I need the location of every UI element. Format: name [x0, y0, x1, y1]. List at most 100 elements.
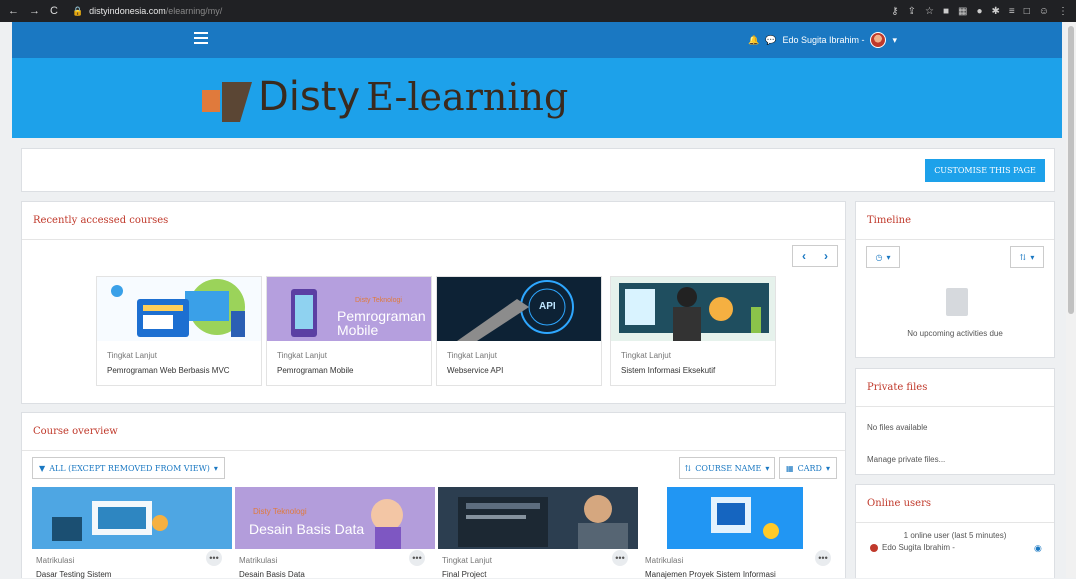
course-overview-block: Course overview ▼ ALL (EXCEPT REMOVED FR…: [21, 412, 846, 579]
course-category: Matrikulasi: [239, 556, 278, 565]
bell-icon[interactable]: 🔔: [748, 35, 759, 46]
customise-page-button[interactable]: CUSTOMISE THIS PAGE: [925, 159, 1045, 182]
back-icon[interactable]: ←: [8, 5, 19, 17]
avatar[interactable]: [870, 32, 887, 48]
online-user-row: Edo Sugita Ibrahim -: [870, 543, 955, 552]
online-users-block: Online users 1 online user (last 5 minut…: [855, 484, 1055, 578]
block-title: Timeline: [856, 202, 1054, 240]
timeline-empty-text: No upcoming activities due: [907, 329, 1003, 338]
page-scrollbar[interactable]: [1066, 22, 1076, 578]
reload-icon[interactable]: C: [50, 5, 58, 17]
star-icon[interactable]: ☆: [925, 6, 934, 17]
chat-icon[interactable]: 💬: [765, 35, 776, 46]
logo-mark-icon: [202, 68, 256, 126]
course-image: API: [437, 277, 601, 341]
chevron-left-icon[interactable]: ‹: [793, 246, 815, 266]
course-image: Disty Teknologi Desain Basis Data: [235, 487, 435, 549]
course-image: [32, 487, 232, 549]
course-card[interactable]: Matrikulasi Manajemen Proyek Sistem Info…: [641, 487, 841, 579]
view-dropdown[interactable]: ▦ CARD ▾: [779, 457, 837, 479]
address-bar[interactable]: 🔒 distyindonesia.com/elearning/my/: [71, 3, 872, 19]
timeline-sort-dropdown[interactable]: ⇅ ▾: [1010, 246, 1044, 268]
more-options-icon[interactable]: •••: [612, 550, 628, 566]
extension-icon[interactable]: ■: [943, 6, 949, 17]
manage-files-link[interactable]: Manage private files...: [867, 455, 945, 464]
recent-courses-block: Recently accessed courses ‹ › Tingkat La…: [21, 201, 846, 404]
course-category: Matrikulasi: [36, 556, 75, 565]
share-icon[interactable]: ⇪: [908, 6, 916, 17]
extension-icon[interactable]: ▦: [958, 6, 967, 17]
user-avatar-icon: [870, 543, 878, 552]
caret-down-icon: ▾: [825, 463, 830, 473]
sort-dropdown[interactable]: ⇅ COURSE NAME ▾: [679, 457, 775, 479]
course-image: Disty Teknologi Pemrograman Mobile: [267, 277, 431, 341]
page-header-card: CUSTOMISE THIS PAGE: [21, 148, 1055, 192]
caret-down-icon[interactable]: ▾: [892, 35, 897, 46]
timeline-filter-dropdown[interactable]: ◷ ▾: [866, 246, 900, 268]
course-card[interactable]: Tingkat Lanjut Final Project •••: [438, 487, 638, 579]
course-card[interactable]: Tingkat Lanjut Pemrograman Web Berbasis …: [96, 276, 262, 386]
profile-icon[interactable]: ☺: [1039, 6, 1049, 17]
block-title: Private files: [856, 369, 1054, 407]
private-files-block: Private files No files available Manage …: [855, 368, 1055, 475]
more-options-icon[interactable]: •••: [206, 550, 222, 566]
more-options-icon[interactable]: •••: [815, 550, 831, 566]
caret-down-icon: ▾: [765, 463, 770, 473]
course-image: [438, 487, 638, 549]
url-path: /elearning/my/: [165, 6, 223, 16]
block-title: Recently accessed courses: [22, 202, 845, 240]
caret-down-icon: ▾: [886, 252, 891, 262]
course-category: Matrikulasi: [645, 556, 684, 565]
url-host: distyindonesia.com: [89, 6, 166, 16]
user-name[interactable]: Edo Sugita Ibrahim -: [782, 35, 864, 45]
logo-word-elearning: E-learning: [366, 75, 569, 119]
sort-icon: ⇅: [1019, 252, 1027, 262]
course-card[interactable]: Disty Teknologi Desain Basis Data Matrik…: [235, 487, 435, 579]
site-banner: Disty E-learning: [12, 58, 1062, 138]
image-brand: Disty Teknologi: [253, 507, 307, 516]
course-card[interactable]: Tingkat Lanjut Sistem Informasi Eksekuti…: [610, 276, 776, 386]
key-icon[interactable]: ⚷: [891, 6, 898, 17]
sort-label: COURSE NAME: [695, 463, 762, 473]
logo-word-disty: Disty: [258, 74, 361, 120]
filter-dropdown[interactable]: ▼ ALL (EXCEPT REMOVED FROM VIEW) ▾: [32, 457, 225, 479]
course-category: Tingkat Lanjut: [447, 351, 497, 360]
course-name[interactable]: Pemrograman Mobile: [277, 366, 353, 375]
recent-pager: ‹ ›: [792, 245, 838, 267]
course-category: Tingkat Lanjut: [621, 351, 671, 360]
window-icon[interactable]: □: [1024, 6, 1030, 17]
online-user-name[interactable]: Edo Sugita Ibrahim -: [882, 543, 955, 552]
chevron-right-icon[interactable]: ›: [815, 246, 837, 266]
image-caption: Pemrograman Mobile: [337, 308, 426, 338]
course-image: [97, 277, 261, 341]
sort-icon: ⇅: [684, 463, 692, 473]
eye-icon[interactable]: ◉: [1034, 543, 1042, 554]
course-name[interactable]: Webservice API: [447, 366, 503, 375]
course-image: [641, 487, 841, 549]
menu-icon[interactable]: ⋮: [1058, 6, 1068, 17]
forward-icon[interactable]: →: [29, 5, 40, 17]
course-category: Tingkat Lanjut: [107, 351, 157, 360]
hamburger-icon[interactable]: [194, 32, 208, 44]
filter-label: ALL (EXCEPT REMOVED FROM VIEW): [49, 463, 210, 473]
top-navbar: 🔔 💬 Edo Sugita Ibrahim - ▾: [12, 22, 1062, 58]
course-card[interactable]: API Tingkat Lanjut Webservice API: [436, 276, 602, 386]
course-card[interactable]: Disty Teknologi Pemrograman Mobile Tingk…: [266, 276, 432, 386]
puzzle-icon[interactable]: ✱: [992, 6, 1000, 17]
course-card[interactable]: Matrikulasi Dasar Testing Sistem •••: [32, 487, 232, 579]
empty-list-icon: [946, 288, 968, 316]
grid-icon: ▦: [786, 463, 794, 473]
filter-icon: ▼: [39, 463, 46, 473]
playlist-icon[interactable]: ≡: [1009, 6, 1015, 17]
image-caption: API: [539, 301, 556, 312]
course-category: Tingkat Lanjut: [442, 556, 492, 565]
image-caption: Desain Basis Data: [249, 521, 365, 537]
extension-icon[interactable]: ●: [976, 6, 982, 17]
course-name[interactable]: Pemrograman Web Berbasis MVC: [107, 366, 230, 375]
browser-toolbar: ← → C 🔒 distyindonesia.com/elearning/my/…: [0, 0, 1076, 22]
course-name[interactable]: Sistem Informasi Eksekutif: [621, 366, 715, 375]
more-options-icon[interactable]: •••: [409, 550, 425, 566]
site-logo[interactable]: Disty E-learning: [202, 66, 568, 128]
block-title: Course overview: [22, 413, 845, 451]
no-files-text: No files available: [867, 423, 928, 432]
